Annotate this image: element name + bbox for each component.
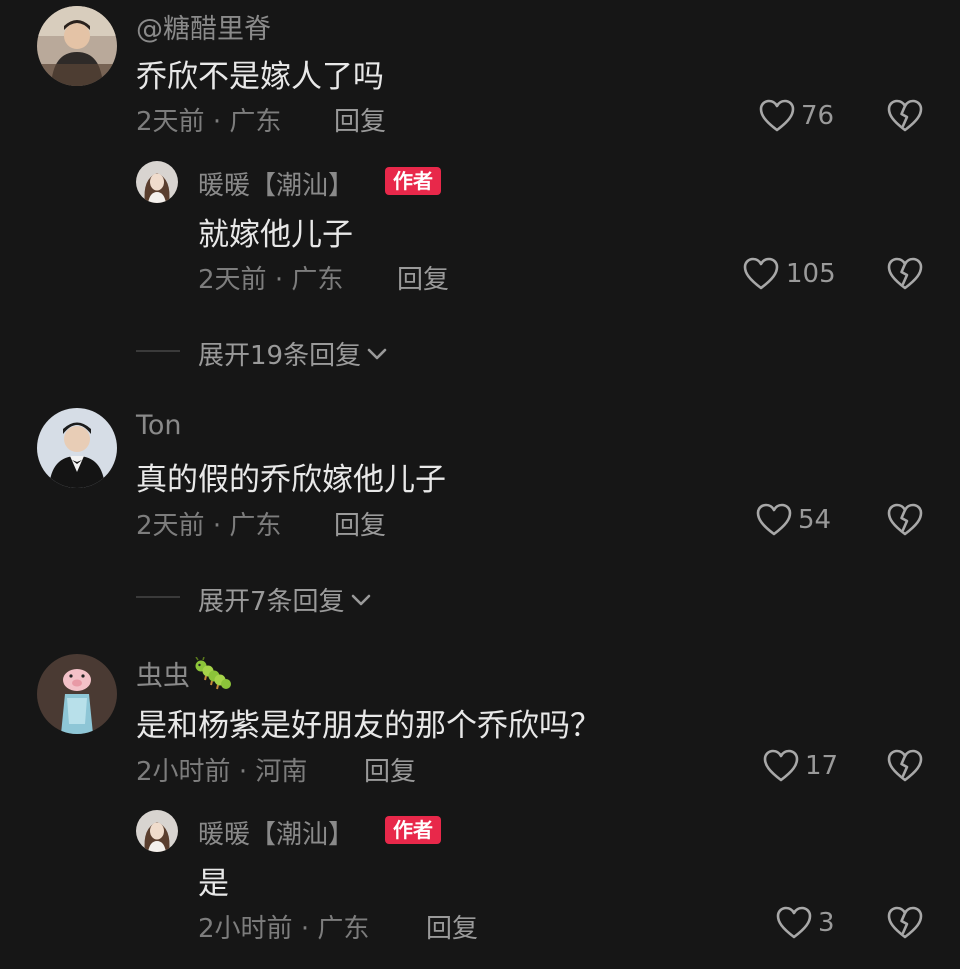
broken-heart-icon [887,749,923,782]
chevron-down-icon [351,594,370,605]
like-button[interactable] [776,906,812,940]
comment-time: 2天前 [136,107,205,137]
reply-button[interactable]: 回复 [334,101,386,138]
like-button[interactable] [759,99,795,133]
reply-meta: 2小时前 · 广东 [198,908,369,945]
avatar[interactable] [37,654,117,734]
heart-outline-icon [756,503,792,536]
reply-location: 广东 [317,914,370,944]
reply-button[interactable]: 回复 [334,505,386,542]
expand-replies-button[interactable]: 展开19条回复 [198,335,389,372]
like-count: 3 [818,908,835,938]
heart-outline-icon [763,749,799,782]
like-count: 76 [801,101,835,131]
like-button[interactable] [743,257,779,291]
heart-outline-icon [743,257,779,290]
dislike-button[interactable] [887,257,923,291]
like-count: 17 [805,751,839,781]
divider [136,596,180,598]
dislike-button[interactable] [887,906,923,940]
reply-text: 就嫁他儿子 [198,217,353,253]
dislike-button[interactable] [887,503,923,537]
dislike-button[interactable] [887,99,923,133]
comment-time: 2天前 [136,511,205,541]
reply-time: 2天前 [198,265,267,295]
comment-username: 虫虫 [136,661,190,692]
reply-button[interactable]: 回复 [364,751,416,788]
reply-button[interactable]: 回复 [397,259,449,296]
broken-heart-icon [887,99,923,132]
divider [136,350,180,352]
comment-meta: 2天前 · 广东 [136,505,281,542]
reply-username[interactable]: 暖暖【潮汕】 [198,814,354,851]
avatar[interactable] [136,810,178,852]
comment-location: 广东 [229,107,282,137]
avatar[interactable] [136,161,178,203]
like-button[interactable] [763,749,799,783]
expand-replies-label: 展开7条回复 [198,587,345,617]
comment-time: 2小时前 [136,757,231,787]
broken-heart-icon [887,503,923,536]
comment-meta: 2小时前 · 河南 [136,751,307,788]
author-badge: 作者 [385,167,441,195]
broken-heart-icon [887,257,923,290]
caterpillar-icon [195,656,231,689]
expand-replies-button[interactable]: 展开7条回复 [198,581,373,618]
like-button[interactable] [756,503,792,537]
comment-username-row[interactable]: 虫虫 [136,654,232,693]
meta-separator: · [212,107,222,137]
comment-text: 是和杨紫是好朋友的那个乔欣吗？ [136,708,601,744]
avatar[interactable] [37,6,117,86]
comment-text: 乔欣不是嫁人了吗 [136,59,384,95]
comment-location: 河南 [255,757,308,787]
reply-location: 广东 [291,265,344,295]
comment-location: 广东 [229,511,282,541]
comment-text: 真的假的乔欣嫁他儿子 [136,462,446,498]
expand-replies-label: 展开19条回复 [198,341,362,371]
heart-outline-icon [776,906,812,939]
reply-username[interactable]: 暖暖【潮汕】 [198,165,354,202]
avatar[interactable] [37,408,117,488]
author-badge: 作者 [385,816,441,844]
chevron-down-icon [367,348,387,359]
comment-username[interactable]: Ton [136,410,182,441]
meta-separator: · [212,511,222,541]
heart-outline-icon [759,99,795,132]
comment-meta: 2天前 · 广东 [136,101,281,138]
reply-text: 是 [198,866,229,902]
meta-separator: · [274,265,284,295]
like-count: 54 [798,505,832,535]
meta-separator: · [238,757,248,787]
meta-separator: · [300,914,310,944]
broken-heart-icon [887,906,923,939]
like-count: 105 [786,259,836,289]
reply-time: 2小时前 [198,914,293,944]
dislike-button[interactable] [887,749,923,783]
reply-button[interactable]: 回复 [426,908,478,945]
comment-username[interactable]: @糖醋里脊 [136,7,271,46]
reply-meta: 2天前 · 广东 [198,259,343,296]
